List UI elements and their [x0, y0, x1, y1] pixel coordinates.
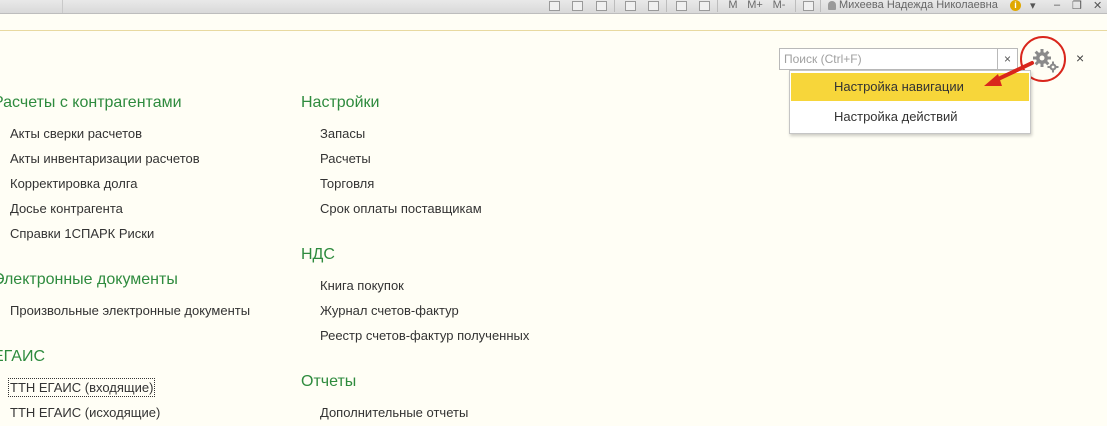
nav-link[interactable]: Журнал счетов-фактур: [320, 303, 459, 318]
memory-store-button[interactable]: M: [727, 0, 739, 12]
section-heading-settlements[interactable]: Расчеты с контрагентами: [0, 94, 182, 112]
chevron-down-icon[interactable]: ▾: [1030, 0, 1036, 12]
toolbar-tab-area: [0, 0, 63, 13]
nav-link[interactable]: Реестр счетов-фактур полученных: [320, 328, 529, 343]
toolbar-separator: [820, 0, 821, 12]
nav-link[interactable]: Дополнительные отчеты: [320, 405, 468, 420]
save-icon[interactable]: [549, 1, 560, 11]
section-heading-settings[interactable]: Настройки: [301, 94, 379, 112]
section-heading-edocs[interactable]: Электронные документы: [0, 271, 178, 289]
nav-link[interactable]: Акты инвентаризации расчетов: [10, 151, 200, 166]
calculator-icon[interactable]: [676, 1, 687, 11]
annotation-arrow: [984, 61, 1034, 86]
nav-link[interactable]: Торговля: [320, 176, 374, 191]
nav-link[interactable]: Справки 1СПАРК Риски: [10, 226, 154, 241]
section-heading-reports[interactable]: Отчеты: [301, 373, 356, 391]
info-icon[interactable]: i: [1010, 0, 1021, 11]
toolbar-separator: [614, 0, 615, 12]
close-window-button[interactable]: ✕: [1093, 0, 1102, 12]
calendar-icon[interactable]: [699, 1, 710, 11]
memory-subtract-button[interactable]: M-: [769, 0, 789, 12]
user-name: Михеева Надежда Николаевна: [839, 0, 998, 11]
nav-link[interactable]: Запасы: [320, 126, 365, 141]
user-icon: [828, 0, 836, 10]
nav-link[interactable]: ТТН ЕГАИС (исходящие): [10, 405, 160, 420]
nav-link[interactable]: Произвольные электронные документы: [10, 303, 250, 318]
nav-link[interactable]: ТТН ЕГАИС (входящие): [7, 378, 156, 397]
print-icon[interactable]: [572, 1, 583, 11]
memory-add-button[interactable]: M+: [745, 0, 765, 12]
nav-link[interactable]: Досье контрагента: [10, 201, 123, 216]
preview-icon[interactable]: [596, 1, 607, 11]
current-user[interactable]: Михеева Надежда Николаевна: [828, 0, 998, 11]
restore-button[interactable]: ❐: [1072, 0, 1082, 12]
minimize-button[interactable]: –: [1054, 0, 1060, 11]
toolbar-separator: [666, 0, 667, 12]
top-toolbar: M M+ M- Михеева Надежда Николаевна i ▾ –…: [0, 0, 1107, 14]
toolbar-separator: [717, 0, 718, 12]
nav-link[interactable]: Корректировка долга: [10, 176, 138, 191]
nav-link[interactable]: Расчеты: [320, 151, 371, 166]
panel-top-border: [0, 30, 1107, 31]
search-input[interactable]: [779, 48, 998, 70]
window-list-icon[interactable]: [803, 1, 814, 11]
menu-item-actions-settings[interactable]: Настройка действий: [791, 103, 1029, 131]
section-heading-vat[interactable]: НДС: [301, 246, 335, 264]
section-heading-egais[interactable]: ЕГАИС: [0, 348, 45, 366]
panel-close-button[interactable]: ×: [1076, 50, 1084, 66]
nav-link[interactable]: Акты сверки расчетов: [10, 126, 142, 141]
nav-link[interactable]: Книга покупок: [320, 278, 404, 293]
toolbar-separator: [795, 0, 796, 12]
nav-link[interactable]: Срок оплаты поставщикам: [320, 201, 482, 216]
bookmark-icon[interactable]: [648, 1, 659, 11]
favorites-icon[interactable]: [625, 1, 636, 11]
